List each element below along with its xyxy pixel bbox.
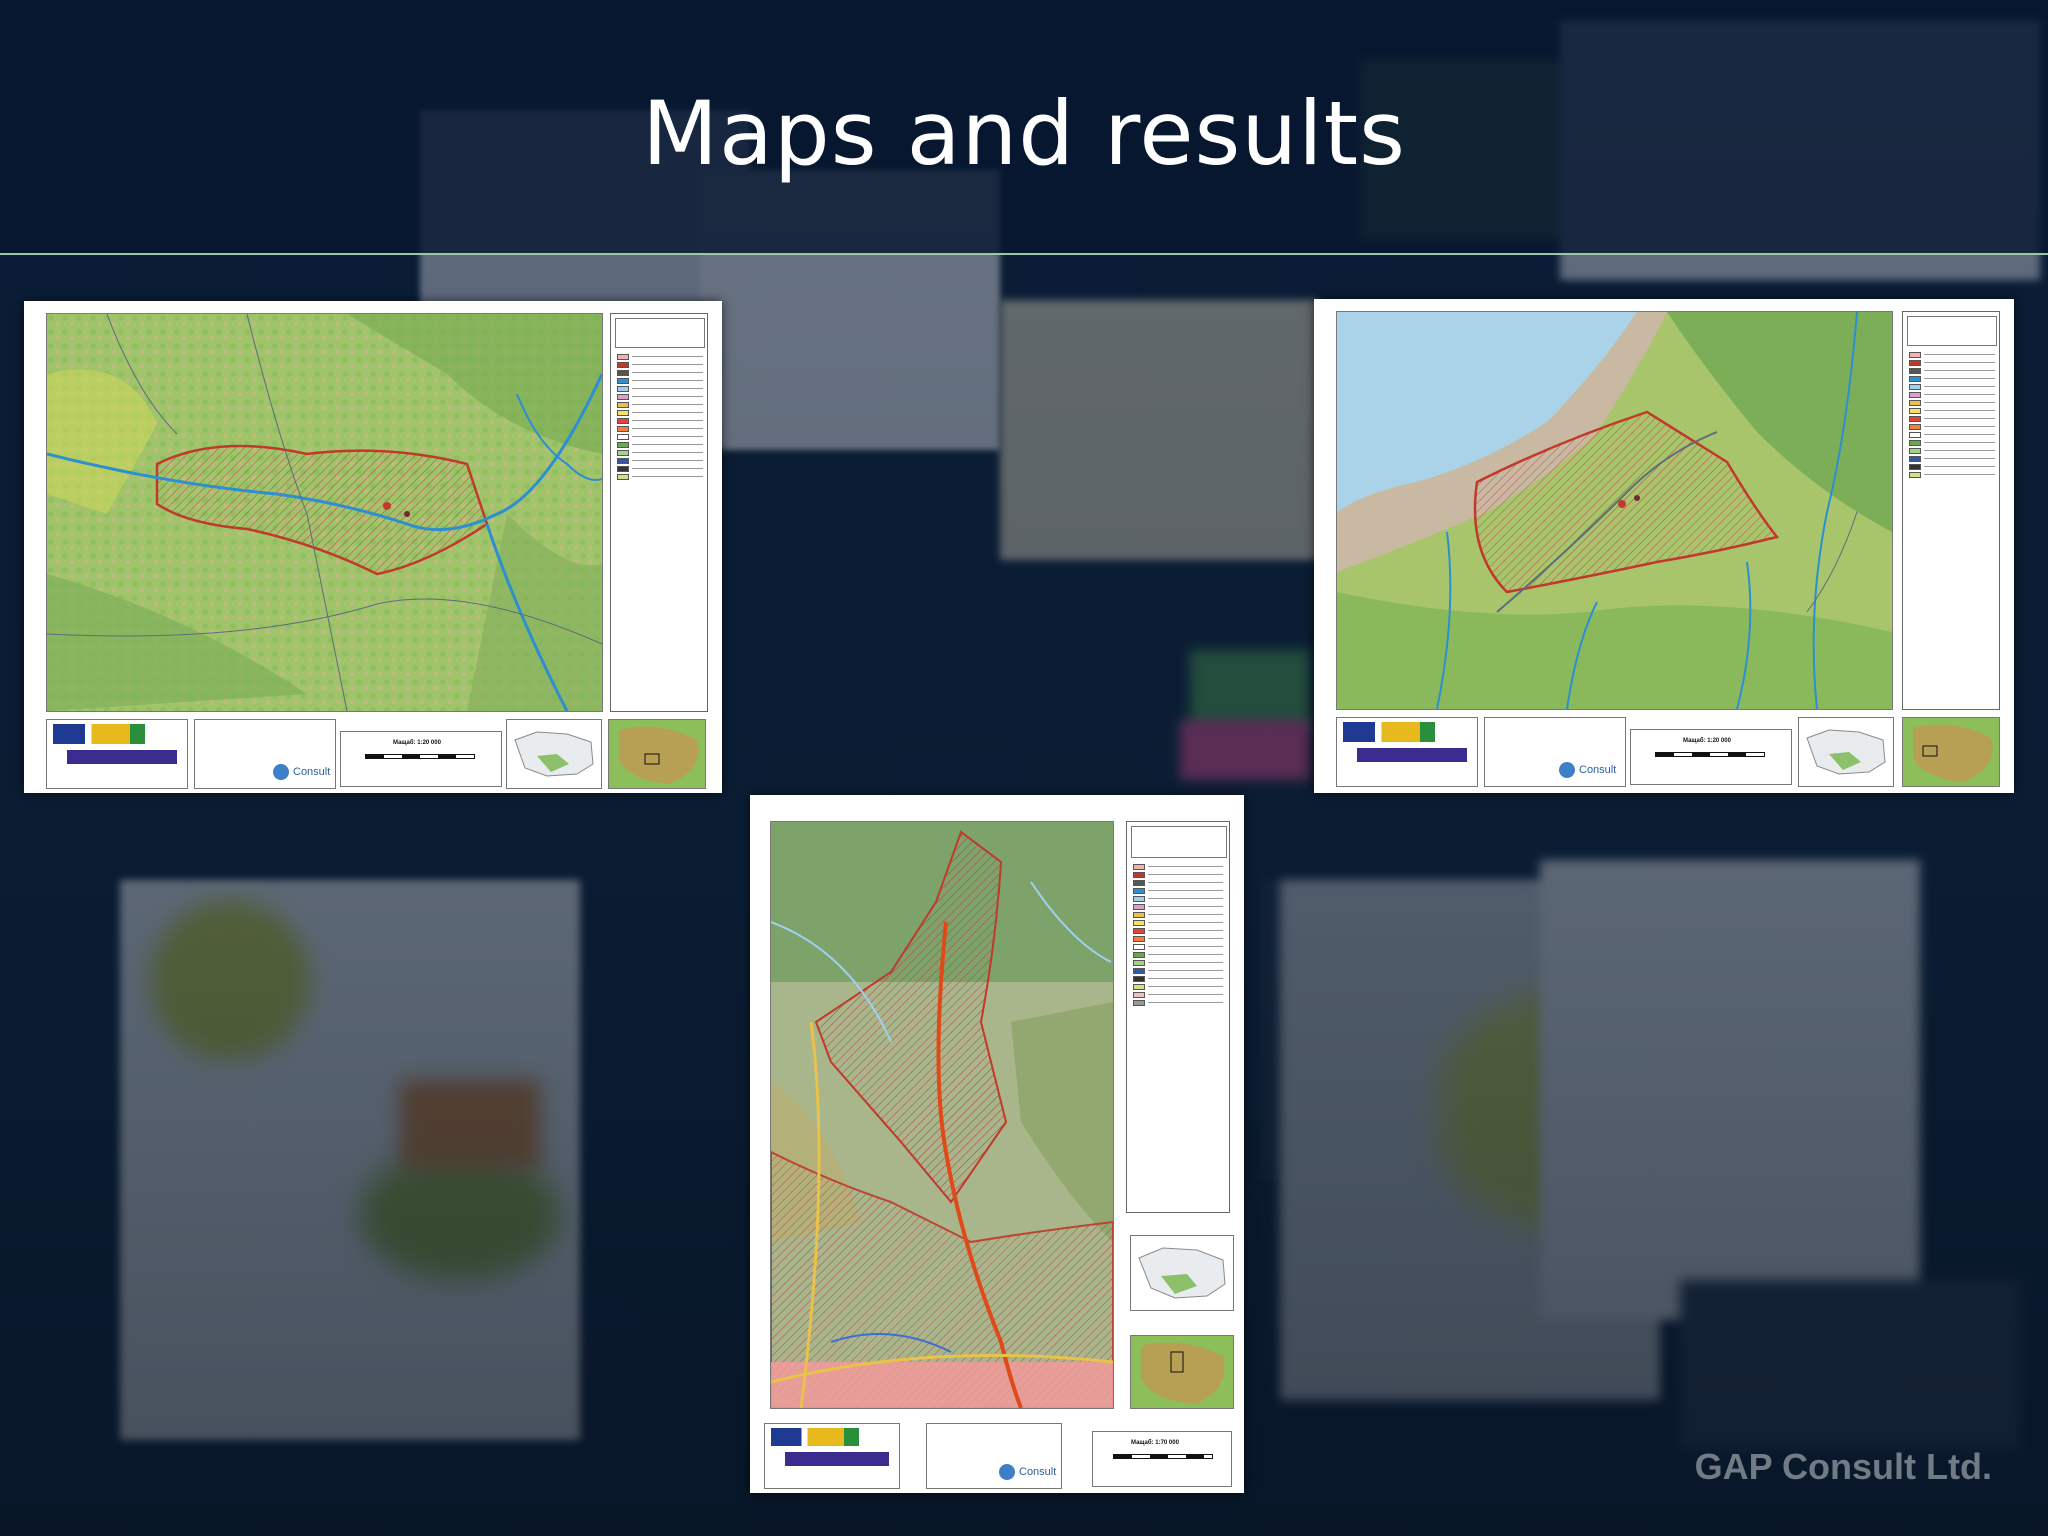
consult-logo-text: Consult: [1019, 1466, 1057, 1478]
region-inset: [1141, 1342, 1225, 1404]
region-inset: [1913, 724, 1993, 782]
legend-title-block: [1907, 316, 1997, 346]
map-sheet-3: Consult Мащаб: 1:70 000: [750, 795, 1244, 1493]
eu-programme-logo: [1343, 722, 1471, 742]
scale-bar: [1113, 1454, 1213, 1459]
legend-title-block: [1131, 826, 1227, 858]
title-band: Maps and results: [0, 0, 2048, 255]
programme-banner: [1357, 748, 1467, 762]
scale-box: Мащаб: 1:70 000: [1092, 1431, 1232, 1487]
legend-entries: [1133, 863, 1223, 1008]
legend-title-block: [615, 318, 705, 348]
consult-logo: Consult: [999, 1464, 1056, 1480]
map-sheet-2: Consult Мащаб: 1:20 000: [1314, 299, 2014, 793]
legend-panel: [610, 313, 708, 712]
eu-programme-logo: [771, 1428, 893, 1446]
legend-panel: [1126, 821, 1230, 1213]
map-image: [46, 313, 603, 712]
locator-map-region: [1130, 1335, 1234, 1409]
bulgaria-outline: [1138, 1247, 1226, 1299]
terrain-map-3: [771, 822, 1113, 1408]
map-image: [1336, 311, 1893, 710]
slide-title: Maps and results: [642, 82, 1406, 185]
terrain-map-1: [47, 314, 602, 711]
legend-entries: [1909, 351, 1995, 480]
company-watermark: GAP Consult Ltd.: [1694, 1446, 1992, 1487]
consult-logo-text: Consult: [1579, 764, 1617, 776]
locator-map-bulgaria: [506, 719, 602, 789]
project-info-box: [46, 719, 188, 789]
map-scale-label: Мащаб: 1:20 000: [393, 740, 441, 746]
region-inset: [619, 726, 699, 784]
scale-box: Мащаб: 1:20 000: [340, 731, 502, 787]
legend-entries: [617, 353, 703, 482]
locator-map-region: [1902, 717, 2000, 787]
legend-panel: [1902, 311, 2000, 710]
consult-logo-icon: [999, 1464, 1015, 1480]
project-description-box: Consult: [926, 1423, 1062, 1489]
programme-banner: [785, 1452, 889, 1466]
locator-map-bulgaria: [1130, 1235, 1234, 1311]
map-sheet-1: Consult Мащаб: 1:20 000: [24, 301, 722, 793]
map-scale-label: Мащаб: 1:70 000: [1131, 1440, 1179, 1446]
bulgaria-outline: [1806, 729, 1886, 775]
bulgaria-outline: [514, 731, 594, 777]
project-info-box: [764, 1423, 900, 1489]
terrain-map-2: [1337, 312, 1892, 709]
consult-logo: Consult: [273, 764, 330, 780]
map-image: [770, 821, 1114, 1409]
consult-logo-icon: [273, 764, 289, 780]
locator-map-bulgaria: [1798, 717, 1894, 787]
scale-box: Мащаб: 1:20 000: [1630, 729, 1792, 785]
project-description-box: Consult: [194, 719, 336, 789]
consult-logo-text: Consult: [293, 766, 331, 778]
map-scale-label: Мащаб: 1:20 000: [1683, 738, 1731, 744]
project-info-box: [1336, 717, 1478, 787]
scale-bar: [1655, 752, 1765, 757]
project-description-box: Consult: [1484, 717, 1626, 787]
consult-logo-icon: [1559, 762, 1575, 778]
scale-bar: [365, 754, 475, 759]
eu-programme-logo: [53, 724, 181, 744]
locator-map-region: [608, 719, 706, 789]
consult-logo: Consult: [1559, 762, 1616, 778]
programme-banner: [67, 750, 177, 764]
